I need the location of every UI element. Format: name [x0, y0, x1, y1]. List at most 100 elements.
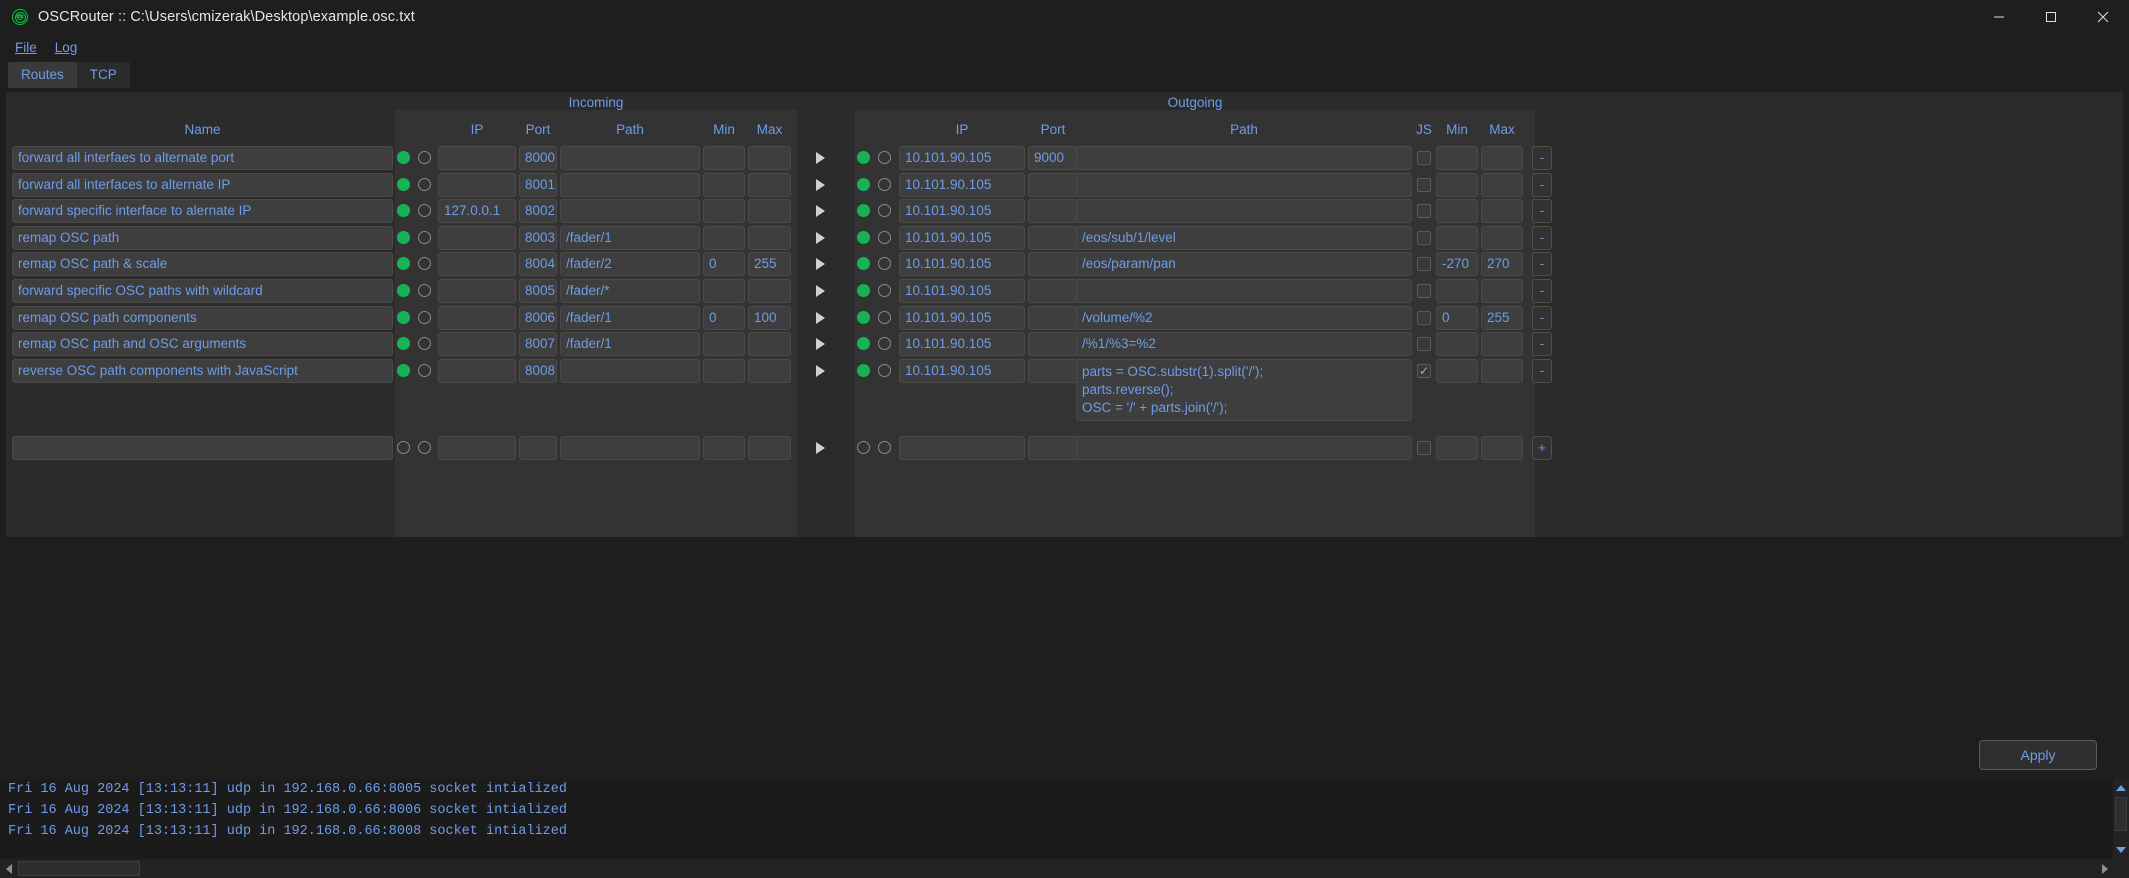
incoming-ip-input[interactable] [438, 305, 516, 330]
outgoing-path-input[interactable]: /eos/param/pan [1076, 252, 1412, 277]
route-name-input[interactable]: forward all interfaces to alternate IP [12, 172, 393, 197]
incoming-path-input[interactable]: /fader/1 [560, 305, 700, 330]
outgoing-min-input[interactable] [1436, 172, 1478, 197]
remove-route-button[interactable]: - [1532, 332, 1552, 357]
outgoing-min-input[interactable] [1436, 146, 1478, 170]
incoming-min-input[interactable] [703, 225, 745, 250]
apply-button[interactable]: Apply [1979, 740, 2097, 770]
log-output[interactable]: Fri 16 Aug 2024 [13:13:11] udp in 192.16… [0, 779, 2129, 859]
outgoing-path-input[interactable]: /eos/sub/1/level [1076, 225, 1412, 250]
outgoing-js-checkbox[interactable] [1417, 230, 1431, 245]
route-direction-arrow-icon[interactable] [816, 364, 825, 377]
new-incoming-min-input[interactable] [703, 436, 745, 460]
new-incoming-status-indicator[interactable] [397, 441, 410, 454]
outgoing-activity-indicator[interactable] [878, 310, 891, 324]
outgoing-status-indicator[interactable] [857, 151, 870, 164]
route-direction-arrow-icon[interactable] [816, 178, 825, 191]
outgoing-max-input[interactable]: 270 [1481, 252, 1523, 277]
outgoing-port-input[interactable] [1028, 305, 1078, 330]
incoming-max-input[interactable] [748, 199, 791, 224]
incoming-path-input[interactable] [560, 199, 700, 224]
outgoing-path-input[interactable]: /%1/%3=%2 [1076, 332, 1412, 357]
outgoing-min-input[interactable] [1436, 279, 1478, 303]
outgoing-status-indicator[interactable] [857, 284, 870, 297]
route-name-input[interactable]: remap OSC path [12, 225, 393, 250]
incoming-max-input[interactable] [748, 358, 791, 383]
new-outgoing-port-input[interactable] [1028, 436, 1078, 460]
log-vertical-scrollbar[interactable] [2113, 779, 2129, 859]
incoming-port-input[interactable]: 8000 [519, 146, 557, 170]
remove-route-button[interactable]: - [1532, 252, 1552, 277]
outgoing-max-input[interactable] [1481, 172, 1523, 197]
new-incoming-activity-indicator[interactable] [418, 441, 431, 454]
scroll-thumb-vertical[interactable] [2115, 797, 2127, 831]
incoming-path-input[interactable] [560, 146, 700, 170]
outgoing-activity-indicator[interactable] [878, 177, 891, 191]
incoming-min-input[interactable] [703, 172, 745, 197]
incoming-ip-input[interactable] [438, 146, 516, 170]
incoming-max-input[interactable]: 255 [748, 252, 791, 277]
incoming-ip-input[interactable] [438, 172, 516, 197]
outgoing-max-input[interactable] [1481, 358, 1523, 383]
outgoing-status-indicator[interactable] [857, 363, 870, 377]
outgoing-max-input[interactable] [1481, 279, 1523, 303]
outgoing-path-input[interactable] [1076, 199, 1412, 224]
incoming-activity-indicator[interactable] [418, 151, 431, 164]
outgoing-ip-input[interactable]: 10.101.90.105 [899, 199, 1025, 224]
new-outgoing-min-input[interactable] [1436, 436, 1478, 460]
remove-route-button[interactable]: - [1532, 225, 1552, 250]
outgoing-port-input[interactable] [1028, 252, 1078, 277]
outgoing-min-input[interactable] [1436, 199, 1478, 224]
route-direction-arrow-icon[interactable] [816, 231, 825, 244]
outgoing-js-checkbox[interactable] [1417, 257, 1431, 272]
outgoing-port-input[interactable]: 9000 [1028, 146, 1078, 170]
incoming-ip-input[interactable] [438, 252, 516, 277]
outgoing-min-input[interactable] [1436, 358, 1478, 383]
route-direction-arrow-icon[interactable] [816, 311, 825, 324]
outgoing-ip-input[interactable]: 10.101.90.105 [899, 279, 1025, 303]
incoming-ip-input[interactable] [438, 279, 516, 303]
outgoing-activity-indicator[interactable] [878, 151, 891, 164]
incoming-min-input[interactable] [703, 358, 745, 383]
outgoing-ip-input[interactable]: 10.101.90.105 [899, 332, 1025, 357]
incoming-status-indicator[interactable] [397, 177, 410, 191]
incoming-port-input[interactable]: 8002 [519, 199, 557, 224]
menu-item-file[interactable]: File [8, 37, 44, 58]
log-horizontal-scrollbar[interactable] [0, 859, 2129, 878]
incoming-ip-input[interactable] [438, 332, 516, 357]
incoming-port-input[interactable]: 8003 [519, 225, 557, 250]
incoming-min-input[interactable] [703, 332, 745, 357]
incoming-min-input[interactable] [703, 146, 745, 170]
menu-item-log[interactable]: Log [48, 37, 85, 58]
incoming-activity-indicator[interactable] [418, 363, 431, 377]
route-name-input[interactable]: forward specific OSC paths with wildcard [12, 279, 393, 303]
new-incoming-max-input[interactable] [748, 436, 791, 460]
incoming-status-indicator[interactable] [397, 230, 410, 244]
outgoing-status-indicator[interactable] [857, 310, 870, 324]
remove-route-button[interactable]: - [1532, 172, 1552, 197]
incoming-activity-indicator[interactable] [418, 230, 431, 244]
outgoing-max-input[interactable] [1481, 332, 1523, 357]
outgoing-js-checkbox[interactable] [1417, 177, 1431, 192]
outgoing-js-checkbox[interactable] [1417, 284, 1431, 298]
route-direction-arrow-icon[interactable] [816, 338, 825, 351]
incoming-max-input[interactable] [748, 279, 791, 303]
incoming-path-input[interactable]: /fader/* [560, 279, 700, 303]
incoming-max-input[interactable] [748, 146, 791, 170]
add-route-button[interactable]: + [1532, 436, 1552, 460]
new-incoming-port-input[interactable] [519, 436, 557, 460]
outgoing-port-input[interactable] [1028, 225, 1078, 250]
incoming-path-input[interactable]: /fader/1 [560, 332, 700, 357]
incoming-path-input[interactable] [560, 172, 700, 197]
remove-route-button[interactable]: - [1532, 305, 1552, 330]
incoming-max-input[interactable] [748, 225, 791, 250]
new-incoming-path-input[interactable] [560, 436, 700, 460]
outgoing-max-input[interactable] [1481, 225, 1523, 250]
outgoing-ip-input[interactable]: 10.101.90.105 [899, 252, 1025, 277]
new-incoming-ip-input[interactable] [438, 436, 516, 460]
incoming-max-input[interactable]: 100 [748, 305, 791, 330]
incoming-port-input[interactable]: 8004 [519, 252, 557, 277]
scroll-left-icon[interactable] [0, 859, 17, 878]
scroll-right-icon[interactable] [2096, 859, 2113, 878]
outgoing-status-indicator[interactable] [857, 230, 870, 244]
